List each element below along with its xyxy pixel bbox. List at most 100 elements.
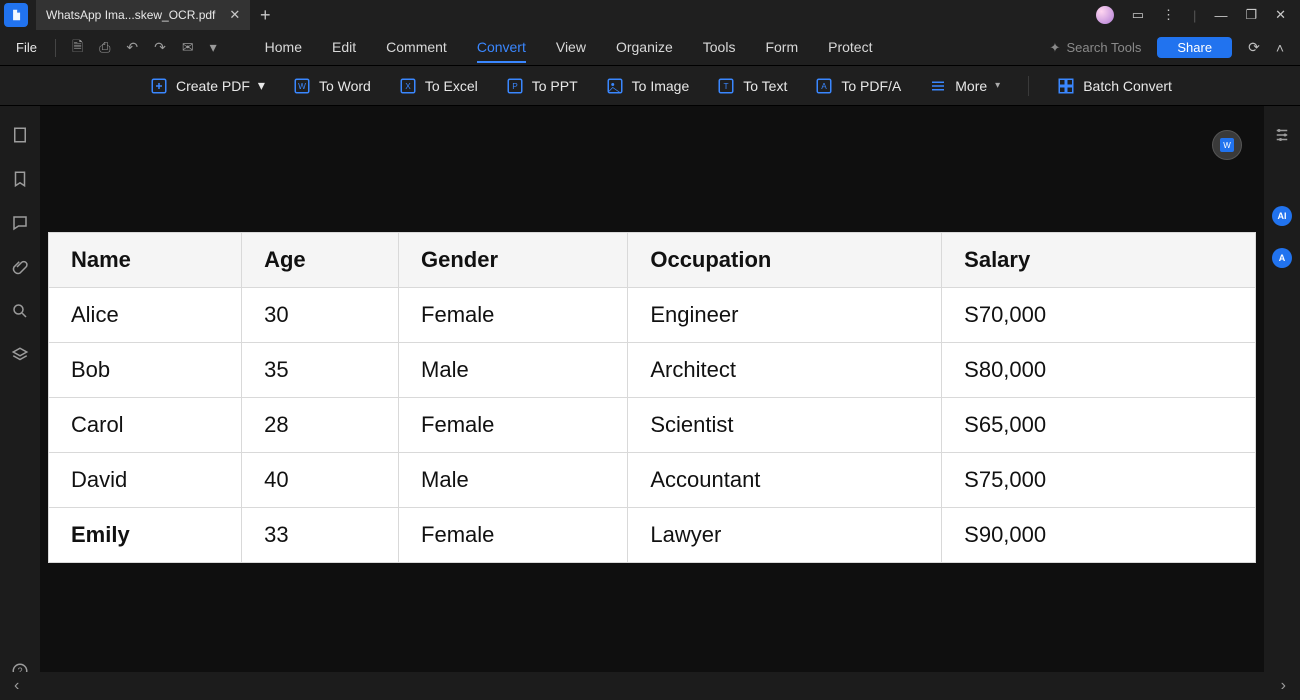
table-row: Alice30FemaleEngineerS70,000 (49, 288, 1256, 343)
sync-icon[interactable]: ⟳ (1248, 39, 1260, 56)
new-tab-button[interactable]: + (250, 5, 280, 26)
chat-icon[interactable]: ▭ (1132, 7, 1144, 23)
to-image-button[interactable]: To Image (606, 77, 690, 95)
redo-icon[interactable]: ↷ (154, 39, 166, 56)
word-icon: W (293, 77, 311, 95)
layers-icon[interactable] (11, 346, 29, 364)
cell-occupation: Scientist (628, 398, 942, 453)
sliders-icon[interactable] (1273, 126, 1291, 144)
ai-badge[interactable]: AI (1272, 206, 1292, 226)
to-ppt-button[interactable]: P To PPT (506, 77, 578, 95)
cell-name: David (49, 453, 242, 508)
text-icon: T (717, 77, 735, 95)
more-icon (929, 77, 947, 95)
menu-item-edit[interactable]: Edit (332, 33, 356, 63)
create-pdf-button[interactable]: Create PDF▾ (150, 77, 265, 95)
lightbulb-icon: ✦ (1050, 40, 1061, 56)
data-table: NameAgeGenderOccupationSalary Alice30Fem… (48, 232, 1256, 563)
cell-age: 30 (242, 288, 399, 343)
batch-convert-button[interactable]: Batch Convert (1057, 77, 1172, 95)
image-icon (606, 77, 624, 95)
more-button[interactable]: More▾ (929, 77, 1000, 95)
cell-gender: Female (399, 288, 628, 343)
cell-age: 28 (242, 398, 399, 453)
bookmarks-icon[interactable] (11, 170, 29, 188)
mail-icon[interactable]: ✉ (182, 39, 194, 56)
cell-gender: Female (399, 508, 628, 563)
menu-item-form[interactable]: Form (765, 33, 798, 63)
collapse-ribbon-icon[interactable]: ˄ (1276, 40, 1284, 56)
comments-icon[interactable] (11, 214, 29, 232)
svg-text:W: W (298, 82, 306, 91)
column-header: Gender (399, 233, 628, 288)
attachments-icon[interactable] (11, 258, 29, 276)
cell-name: Bob (49, 343, 242, 398)
share-button[interactable]: Share (1157, 37, 1232, 58)
cell-salary: S90,000 (942, 508, 1256, 563)
file-menu[interactable]: File (6, 40, 47, 55)
cell-name: Emily (49, 508, 242, 563)
user-avatar[interactable] (1096, 6, 1114, 24)
translate-badge[interactable]: A (1272, 248, 1292, 268)
thumbnails-icon[interactable] (11, 126, 29, 144)
cell-occupation: Architect (628, 343, 942, 398)
menu-item-convert[interactable]: Convert (477, 33, 526, 63)
tab-title: WhatsApp Ima...skew_OCR.pdf (46, 8, 215, 22)
table-row: Bob35MaleArchitectS80,000 (49, 343, 1256, 398)
prev-page-icon[interactable]: ‹ (0, 677, 19, 695)
cell-gender: Male (399, 453, 628, 508)
cell-salary: S65,000 (942, 398, 1256, 453)
close-window-icon[interactable]: ✕ (1275, 7, 1286, 23)
table-row: Emily33FemaleLawyerS90,000 (49, 508, 1256, 563)
menu-item-tools[interactable]: Tools (703, 33, 736, 63)
search-tools[interactable]: ✦ Search Tools (1050, 40, 1142, 56)
sidebar-left: ? (0, 106, 40, 700)
undo-icon[interactable]: ↶ (126, 39, 138, 56)
ppt-icon: P (506, 77, 524, 95)
to-pdfa-button[interactable]: A To PDF/A (815, 77, 901, 95)
column-header: Age (242, 233, 399, 288)
document-canvas[interactable]: W NameAgeGenderOccupationSalary Alice30F… (40, 106, 1264, 700)
maximize-icon[interactable]: ❐ (1245, 7, 1257, 23)
to-text-button[interactable]: T To Text (717, 77, 787, 95)
search-icon[interactable] (11, 302, 29, 320)
cell-name: Carol (49, 398, 242, 453)
cell-salary: S80,000 (942, 343, 1256, 398)
window-controls: ▭ ⋮ | ― ❐ ✕ (1096, 6, 1300, 24)
sidebar-right: AI A (1264, 106, 1300, 700)
pdf-page: NameAgeGenderOccupationSalary Alice30Fem… (48, 232, 1256, 563)
svg-text:P: P (512, 82, 518, 91)
cell-age: 40 (242, 453, 399, 508)
to-word-button[interactable]: W To Word (293, 77, 371, 95)
menu-item-home[interactable]: Home (265, 33, 302, 63)
menu-item-organize[interactable]: Organize (616, 33, 673, 63)
next-page-icon[interactable]: › (1281, 677, 1300, 695)
svg-text:T: T (724, 82, 729, 91)
table-row: David40MaleAccountantS75,000 (49, 453, 1256, 508)
to-excel-button[interactable]: X To Excel (399, 77, 478, 95)
kebab-menu-icon[interactable]: ⋮ (1162, 7, 1175, 23)
column-header: Name (49, 233, 242, 288)
menu-item-view[interactable]: View (556, 33, 586, 63)
svg-text:X: X (405, 82, 411, 91)
print-icon[interactable]: ⎙ (99, 39, 110, 56)
cell-salary: S70,000 (942, 288, 1256, 343)
cell-occupation: Engineer (628, 288, 942, 343)
batch-icon (1057, 77, 1075, 95)
bottombar: ‹ › (0, 672, 1300, 700)
table-row: Carol28FemaleScientistS65,000 (49, 398, 1256, 453)
floating-word-button[interactable]: W (1212, 130, 1242, 160)
excel-icon: X (399, 77, 417, 95)
save-icon[interactable]: 🗎 (72, 36, 83, 60)
menu-item-protect[interactable]: Protect (828, 33, 872, 63)
cell-gender: Female (399, 398, 628, 453)
svg-text:A: A (822, 82, 828, 91)
close-tab-icon[interactable]: ✕ (229, 7, 240, 23)
menu-item-comment[interactable]: Comment (386, 33, 447, 63)
search-tools-label: Search Tools (1066, 40, 1141, 55)
cell-age: 33 (242, 508, 399, 563)
minimize-icon[interactable]: ― (1214, 8, 1227, 23)
document-tab[interactable]: WhatsApp Ima...skew_OCR.pdf ✕ (36, 0, 250, 30)
menubar: File 🗎 ⎙ ↶ ↷ ✉ ▾ Home Edit Comment Convert V… (0, 30, 1300, 66)
quick-dropdown-icon[interactable]: ▾ (210, 39, 217, 56)
